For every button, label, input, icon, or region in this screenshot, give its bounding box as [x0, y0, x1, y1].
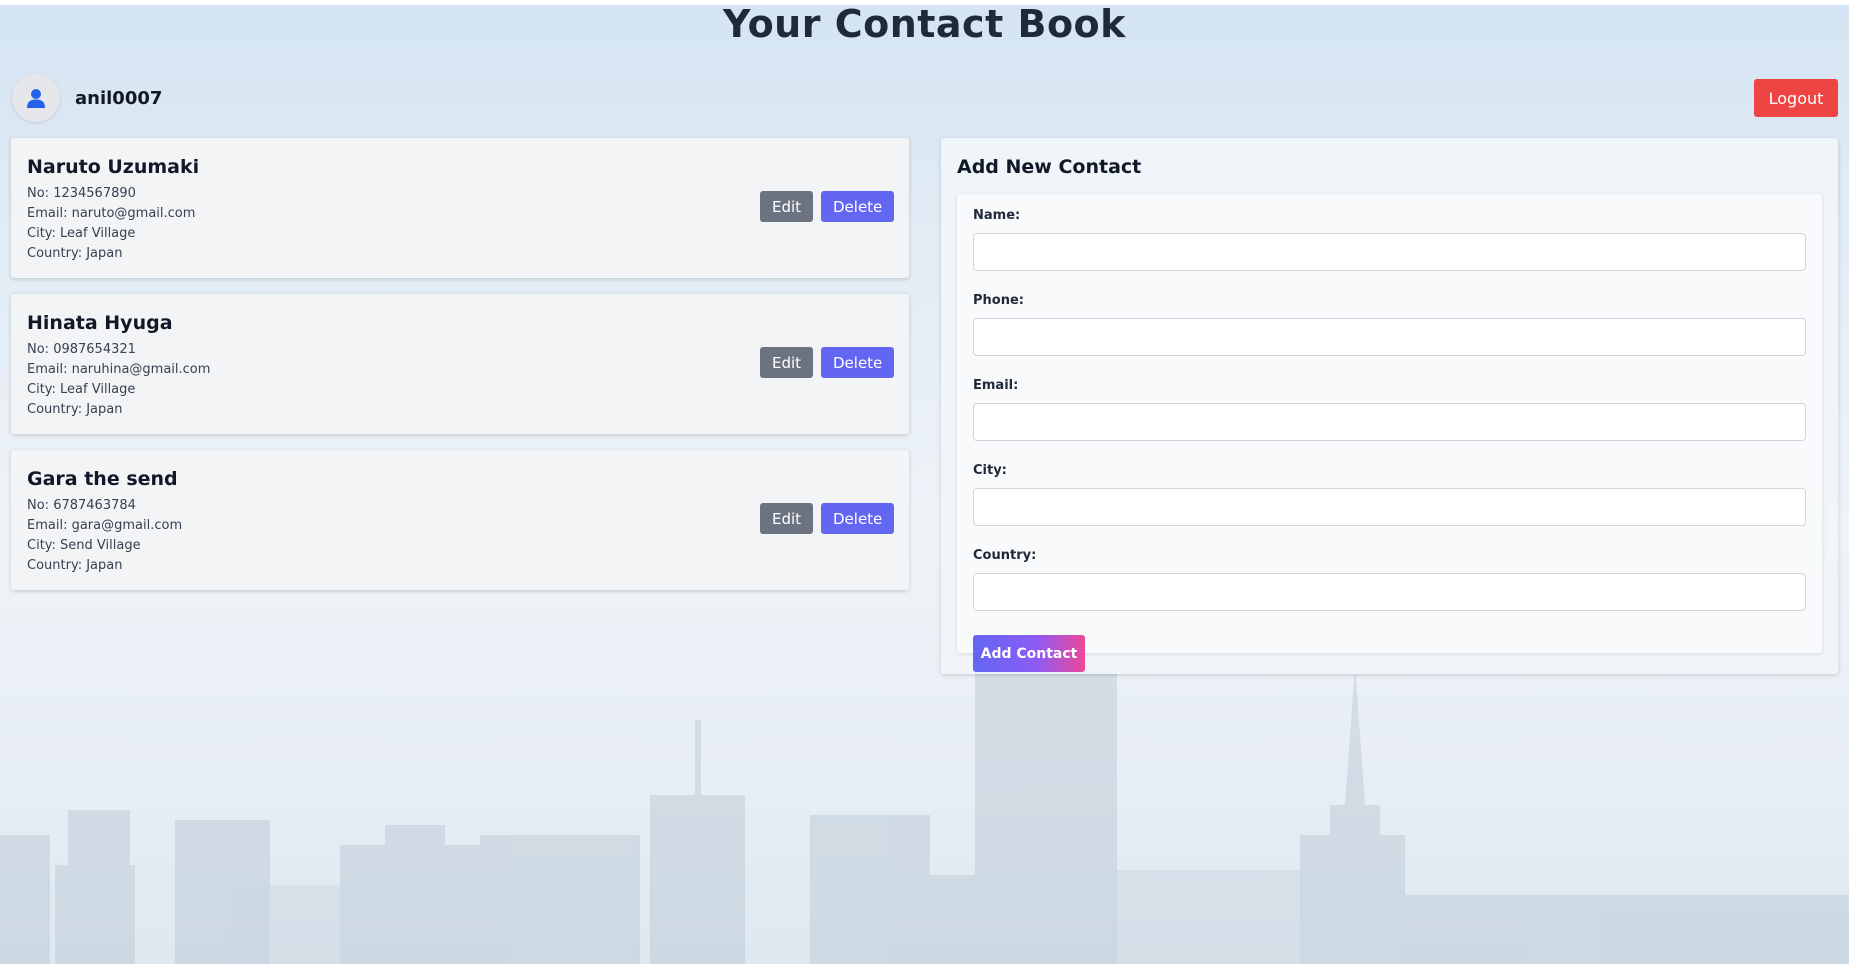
edit-button[interactable]: Edit: [760, 503, 813, 534]
country-field[interactable]: [973, 573, 1806, 611]
add-contact-button[interactable]: Add Contact: [973, 635, 1085, 672]
contact-actions: Edit Delete: [760, 503, 894, 534]
page-title: Your Contact Book: [723, 2, 1126, 46]
city-field[interactable]: [973, 488, 1806, 526]
logout-button[interactable]: Logout: [1754, 79, 1838, 117]
email-label: Email:: [973, 378, 1019, 393]
contact-name: Gara the send: [27, 468, 178, 490]
contact-actions: Edit Delete: [760, 191, 894, 222]
contact-name: Hinata Hyuga: [27, 312, 173, 334]
delete-button[interactable]: Delete: [821, 503, 894, 534]
delete-button[interactable]: Delete: [821, 347, 894, 378]
user-info: anil0007: [12, 74, 162, 122]
user-icon: [27, 89, 45, 108]
city-skyline-background: [0, 660, 1849, 965]
add-contact-title: Add New Contact: [957, 156, 1142, 178]
city-label: City:: [973, 463, 1007, 478]
contact-actions: Edit Delete: [760, 347, 894, 378]
phone-field[interactable]: [973, 318, 1806, 356]
contact-card: Naruto Uzumaki No: 1234567890 Email: nar…: [11, 138, 909, 278]
add-contact-panel: Add New Contact Name: Phone: Email: City…: [941, 138, 1838, 674]
contact-country: Country: Japan: [27, 402, 123, 417]
add-contact-form: Name: Phone: Email: City: Country: Add C…: [957, 194, 1822, 672]
contact-city: City: Send Village: [27, 538, 141, 553]
name-label: Name:: [973, 208, 1021, 223]
name-field[interactable]: [973, 233, 1806, 271]
contact-list: Naruto Uzumaki No: 1234567890 Email: nar…: [11, 138, 909, 606]
contact-card: Hinata Hyuga No: 0987654321 Email: naruh…: [11, 294, 909, 434]
contact-city: City: Leaf Village: [27, 226, 136, 241]
edit-button[interactable]: Edit: [760, 191, 813, 222]
contact-city: City: Leaf Village: [27, 382, 136, 397]
email-field[interactable]: [973, 403, 1806, 441]
phone-label: Phone:: [973, 293, 1024, 308]
delete-button[interactable]: Delete: [821, 191, 894, 222]
contact-country: Country: Japan: [27, 558, 123, 573]
country-label: Country:: [973, 548, 1037, 563]
edit-button[interactable]: Edit: [760, 347, 813, 378]
avatar: [12, 74, 60, 122]
contact-name: Naruto Uzumaki: [27, 156, 200, 178]
contact-country: Country: Japan: [27, 246, 123, 261]
username: anil0007: [75, 87, 163, 109]
contact-card: Gara the send No: 6787463784 Email: gara…: [11, 450, 909, 590]
